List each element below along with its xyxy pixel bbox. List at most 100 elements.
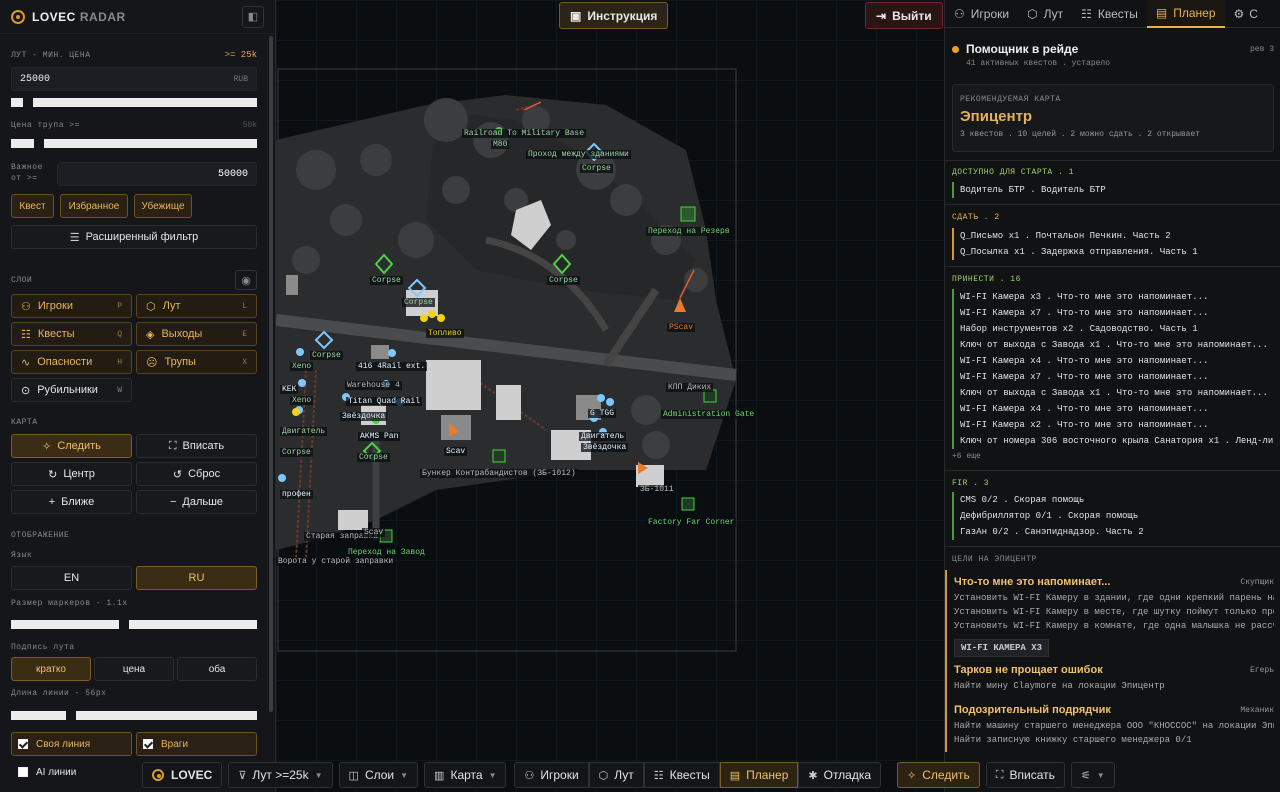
filter-quest-button[interactable]: Квест — [11, 194, 54, 218]
layer-loot-button[interactable]: ⬡ Лут L — [136, 294, 257, 318]
map-canvas[interactable]: Railroad To Military Base M80 Проход между… — [276, 0, 944, 792]
ai-lines-toggle[interactable]: AI линии — [11, 760, 132, 784]
planner-item[interactable]: Ключ от выхода с Завода x1 . Что-то мне … — [952, 337, 1274, 353]
recommended-map-card[interactable]: РЕКОМЕНДУЕМАЯ КАРТА Эпицентр 3 квестов .… — [952, 84, 1274, 152]
planner-item[interactable]: WI-FI Камера x4 . Что-то мне это напомин… — [952, 353, 1274, 369]
planner-item[interactable]: Ключ от номера 306 восточного крыла Сана… — [952, 433, 1274, 449]
map-label: Railroad To Military Base — [462, 129, 587, 138]
caption-both-button[interactable]: оба — [177, 657, 257, 681]
planner-item[interactable]: WI-FI Камера x2 . Что-то мне это напомин… — [952, 417, 1274, 433]
bottom-debug[interactable]: ✱ Отладка — [798, 762, 882, 788]
planner-item[interactable]: Q_Письмо x1 . Почтальон Печкин. Часть 2 — [952, 228, 1274, 244]
skull-icon: ☹ — [146, 356, 158, 369]
filter-hideout-button[interactable]: Убежище — [134, 194, 192, 218]
map-label: Corpse — [370, 276, 403, 285]
bottom-debug-label: Отладка — [823, 768, 872, 782]
center-button[interactable]: ↻ Центр — [11, 462, 132, 486]
bottom-loot[interactable]: ⬡ Лут — [588, 762, 644, 788]
tab-label: С — [1249, 7, 1258, 21]
bottom-loot-filter[interactable]: ⊽ Лут >=25k ▼ — [228, 762, 333, 788]
own-line-toggle[interactable]: Своя линия — [11, 732, 132, 756]
corpse-price-slider[interactable] — [11, 139, 257, 148]
collapse-sidebar-button[interactable]: ◧ — [242, 5, 264, 28]
map-label: КПП Диких — [666, 383, 714, 392]
planner-item[interactable]: Водитель БТР . Водитель БТР — [952, 182, 1274, 198]
marker-size-slider[interactable] — [11, 620, 257, 629]
map-label: профен — [280, 490, 313, 499]
bottom-follow[interactable]: ✧ Следить — [897, 762, 980, 788]
tab-settings[interactable]: ⚙ С — [1225, 0, 1267, 28]
bottom-planner[interactable]: ▤ Планер — [719, 762, 799, 788]
fit-button[interactable]: ⛶ Вписать — [136, 434, 257, 458]
advanced-filter-button[interactable]: ☰ Расширенный фильтр — [11, 225, 257, 249]
important-input[interactable]: 50000 — [57, 162, 257, 186]
zoom-in-button[interactable]: + Ближе — [11, 490, 132, 514]
planner-item[interactable]: Ключ от выхода с Завода x1 . Что-то мне … — [952, 385, 1274, 401]
layers-visibility-button[interactable]: ◉ — [235, 270, 257, 290]
layer-switches-button[interactable]: ⊙ Рубильники W — [11, 378, 132, 402]
loot-min-slider[interactable] — [11, 98, 257, 107]
radar-logo-icon — [11, 9, 25, 24]
layer-hazards-button[interactable]: ∿ Опасности H — [11, 350, 132, 374]
layer-quests-button[interactable]: ☷ Квесты Q — [11, 322, 132, 346]
line-length-slider[interactable] — [11, 711, 257, 720]
instructions-button[interactable]: ▣ Инструкция — [559, 2, 669, 29]
sidebar-scrollbar[interactable] — [269, 36, 273, 712]
lang-ru-button[interactable]: RU — [136, 566, 257, 590]
reset-button[interactable]: ↺ Сброс — [136, 462, 257, 486]
planner-item[interactable]: WI-FI Камера x3 . Что-то мне это напомин… — [952, 289, 1274, 305]
filter-favorites-button[interactable]: Избранное — [60, 194, 128, 218]
loot-min-input[interactable]: 25000 RUB — [11, 67, 257, 91]
goal-card[interactable]: Тарков не прощает ошибок Егерь Найти мину… — [954, 664, 1274, 693]
bottom-more[interactable]: ⚟ ▼ — [1070, 762, 1115, 788]
planner-item[interactable]: Дефибриллятор 0/1 . Скорая помощь — [952, 508, 1274, 524]
helper-sub: 41 активных квестов . устарело — [966, 59, 1111, 68]
bottom-brand[interactable]: LOVEC — [142, 762, 223, 788]
bottom-map[interactable]: ▥ Карта ▼ — [424, 762, 507, 788]
tab-quests[interactable]: ☷ Квесты — [1072, 0, 1147, 28]
bottom-layers[interactable]: ◫ Слои ▼ — [338, 762, 419, 788]
planner-item[interactable]: WI-FI Камера x7 . Что-то мне это напомин… — [952, 305, 1274, 321]
follow-button[interactable]: ✧ Следить — [11, 434, 132, 458]
tab-label: Планер — [1173, 6, 1216, 20]
bottom-quests[interactable]: ☷ Квесты — [643, 762, 720, 788]
planner-item[interactable]: WI-FI Камера x4 . Что-то мне это напомин… — [952, 401, 1274, 417]
tab-players[interactable]: ⚇ Игроки — [945, 0, 1018, 28]
players-icon: ⚇ — [524, 769, 535, 782]
goal-line: Найти машину старшего менеджера ООО "КНО… — [954, 721, 1274, 731]
layer-exits-button[interactable]: ◈ Выходы E — [136, 322, 257, 346]
bottom-fit[interactable]: ⛶ Вписать — [985, 762, 1065, 788]
bottom-quests-label: Квесты — [669, 768, 710, 782]
enemies-toggle[interactable]: Враги — [136, 732, 257, 756]
rec-map-name: Эпицентр — [960, 108, 1033, 125]
planner-item[interactable]: CMS 0/2 . Скорая помощь — [952, 492, 1274, 508]
hotkey: L — [242, 301, 247, 311]
lang-en-button[interactable]: EN — [11, 566, 132, 590]
bring-more[interactable]: +6 еще — [952, 452, 981, 461]
planner-item[interactable]: WI-FI Камера x7 . Что-то мне это напомин… — [952, 369, 1274, 385]
caption-price-button[interactable]: цена — [94, 657, 174, 681]
status-dot-icon — [952, 45, 959, 53]
exit-button[interactable]: ⇥ Выйти — [865, 2, 943, 29]
layer-corpses-button[interactable]: ☹ Трупы X — [136, 350, 257, 374]
layer-players-button[interactable]: ⚇ Игроки P — [11, 294, 132, 318]
tab-planner[interactable]: ▤ Планер — [1146, 0, 1225, 28]
important-input-value: 50000 — [217, 168, 248, 180]
goal-card[interactable]: Что-то мне это напоминает... Скупщик Уста… — [954, 576, 1274, 657]
goal-card[interactable]: Подозрительный подрядчик Механик Найти ма… — [954, 704, 1274, 747]
bottom-players-label: Игроки — [540, 768, 579, 782]
bottom-players[interactable]: ⚇ Игроки — [514, 762, 589, 788]
planner-item[interactable]: Q_Посылка x1 . Задержка отправления. Час… — [952, 244, 1274, 260]
bottom-map-label: Карта — [450, 768, 483, 782]
map-label: AKMS Pan — [358, 432, 401, 441]
list-icon: ☷ — [653, 769, 664, 782]
tab-loot[interactable]: ⬡ Лут — [1018, 0, 1072, 28]
box-icon: ⬡ — [1027, 7, 1038, 21]
zoom-out-button[interactable]: − Дальше — [136, 490, 257, 514]
bottom-loot2-label: Лут — [614, 768, 634, 782]
caption-short-button[interactable]: кратко — [11, 657, 91, 681]
map-label: Warehouse 4 — [345, 381, 402, 390]
sliders-icon: ☰ — [69, 231, 80, 244]
planner-item[interactable]: ГазАн 0/2 . Санэпиднадзор. Часть 2 — [952, 524, 1274, 540]
planner-item[interactable]: Набор инструментов x2 . Садоводство. Час… — [952, 321, 1274, 337]
